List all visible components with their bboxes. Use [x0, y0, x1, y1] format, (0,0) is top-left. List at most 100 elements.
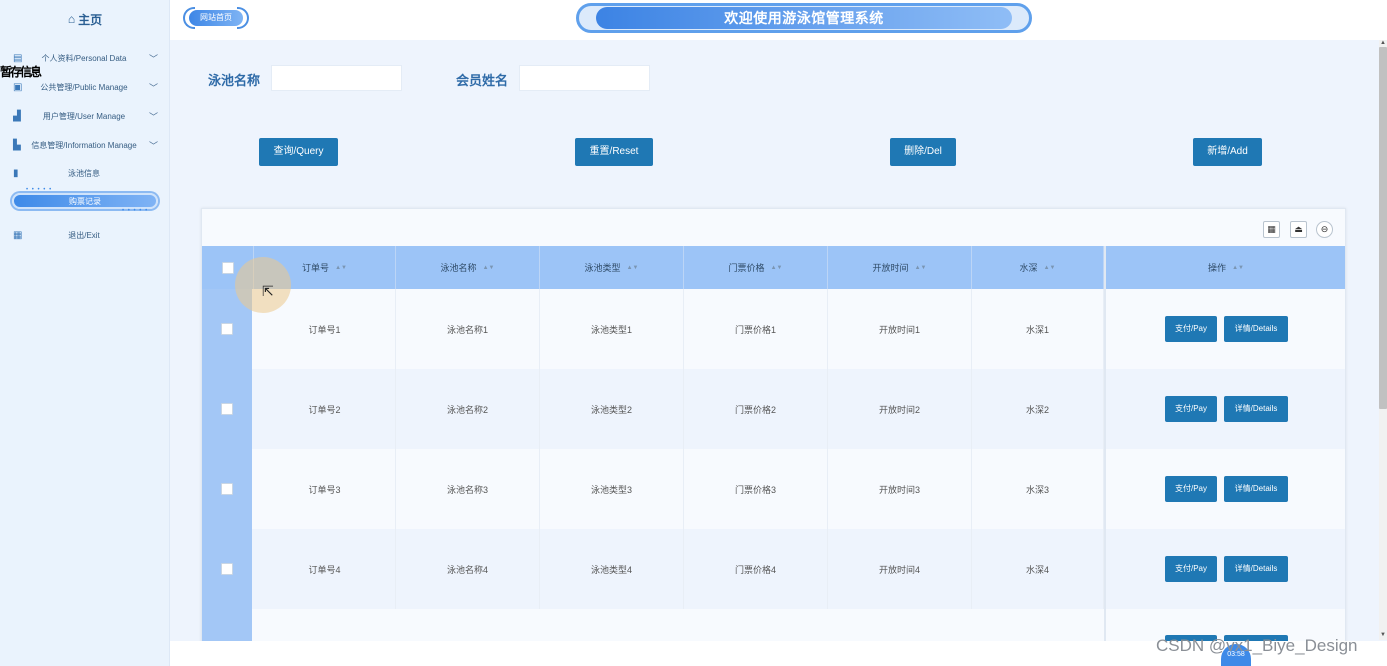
cell-pool-name: 泳池名称2: [396, 369, 540, 449]
sidebar-item-exit[interactable]: ▦ 退出/Exit: [0, 223, 170, 247]
cell-ticket-price: 门票价格2: [684, 369, 828, 449]
cell-pool-name: 泳池名称1: [396, 289, 540, 369]
cell-actions: 支付/Pay 详情/Details: [1104, 529, 1345, 609]
sidebar-item-pool-info[interactable]: ▮ 泳池信息: [0, 161, 170, 185]
sidebar-home[interactable]: ⌂ 主页: [0, 0, 170, 38]
bracket-right: [237, 7, 249, 29]
cell-open-time: 开放时间3: [828, 449, 972, 529]
document-icon: ▤: [13, 52, 23, 64]
sort-icon: ▲▼: [626, 264, 639, 271]
th-label: 开放时间: [872, 263, 909, 273]
home-icon: ⌂: [67, 12, 76, 26]
sidebar-item-label: 用户管理/User Manage: [42, 111, 126, 121]
print-icon[interactable]: ⊖: [1316, 221, 1333, 238]
member-name-input[interactable]: [519, 65, 650, 91]
cell-order-no: 订单号2: [254, 369, 396, 449]
overlap-text: 暂存信息: [0, 65, 42, 79]
details-button[interactable]: 详情/Details: [1224, 396, 1288, 422]
cell-actions: 支付/Pay 详情/Details: [1104, 369, 1345, 449]
th-open-time[interactable]: 开放时间 ▲▼: [828, 246, 972, 289]
records-table-panel: ▦ ⏏ ⊖ 订单号 ▲▼ 泳池名称 ▲▼ 泳池类型 ▲▼ 门票价格 ▲▼ 开放时间 ▲▼ …: [201, 208, 1346, 648]
sort-icon: ▲▼: [1043, 264, 1056, 271]
sidebar-item-label: 个人资料/Personal Data: [41, 53, 127, 63]
th-label: 泳池类型: [584, 263, 621, 273]
th-pool-type[interactable]: 泳池类型 ▲▼: [540, 246, 684, 289]
users-icon: ▟: [13, 110, 21, 122]
delete-button[interactable]: 删除/Del: [890, 138, 956, 166]
chevron-down-icon: ﹀: [149, 82, 159, 93]
add-button[interactable]: 新增/Add: [1193, 138, 1262, 166]
sidebar-item-ticket-records[interactable]: • • • • • 购票记录 • • • • •: [4, 187, 166, 215]
cell-order-no: 订单号4: [254, 529, 396, 609]
cell-actions: 支付/Pay 详情/Details: [1104, 449, 1345, 529]
th-ticket-price[interactable]: 门票价格 ▲▼: [684, 246, 828, 289]
pay-button[interactable]: 支付/Pay: [1165, 476, 1217, 502]
cell-ticket-price: 门票价格3: [684, 449, 828, 529]
sort-icon: ▲▼: [914, 264, 927, 271]
cell-ticket-price: 门票价格1: [684, 289, 828, 369]
cell-water-depth: 水深3: [972, 449, 1104, 529]
row-checkbox[interactable]: [221, 563, 233, 575]
th-label: 泳池名称: [440, 263, 477, 273]
calendar-icon: ▦: [13, 229, 23, 241]
sidebar-item-information-manage[interactable]: ▙ 信息管理/Information Manage ﹀: [0, 133, 170, 157]
select-all-checkbox[interactable]: [221, 261, 234, 274]
columns-icon[interactable]: ▦: [1263, 221, 1280, 238]
scroll-up-icon[interactable]: ▲: [1379, 40, 1387, 46]
details-button[interactable]: 详情/Details: [1224, 316, 1288, 342]
pool-name-label: 泳池名称: [208, 73, 261, 88]
table-row: 订单号4 泳池名称4 泳池类型4 门票价格4 开放时间4 水深4 支付/Pay …: [202, 529, 1345, 609]
watermark: CSDN @vx1_Biye_Design: [1156, 636, 1358, 655]
sidebar-home-label: 主页: [78, 12, 103, 27]
th-pool-name[interactable]: 泳池名称 ▲▼: [396, 246, 540, 289]
sort-icon: ▲▼: [335, 264, 347, 271]
table-row: 订单号1 泳池名称1 泳池类型1 门票价格1 开放时间1 水深1 支付/Pay …: [202, 289, 1345, 369]
cell-open-time: 开放时间2: [828, 369, 972, 449]
pay-button[interactable]: 支付/Pay: [1165, 556, 1217, 582]
query-button[interactable]: 查询/Query: [259, 138, 338, 166]
cell-water-depth: 水深4: [972, 529, 1104, 609]
scrollbar-thumb[interactable]: [1379, 47, 1387, 409]
export-icon[interactable]: ⏏: [1290, 221, 1307, 238]
chart-icon: ▙: [13, 139, 21, 151]
site-home-label: 网站首页: [189, 10, 243, 26]
cell-water-depth: 水深1: [972, 289, 1104, 369]
table-header: 订单号 ▲▼ 泳池名称 ▲▼ 泳池类型 ▲▼ 门票价格 ▲▼ 开放时间 ▲▼ 水深 ▲▼ 操…: [202, 246, 1345, 289]
sidebar-item-user-manage[interactable]: ▟ 用户管理/User Manage ﹀: [0, 104, 170, 128]
sidebar-item-label: 退出/Exit: [68, 230, 100, 240]
member-name-label: 会员姓名: [456, 73, 509, 88]
cell-pool-type: 泳池类型1: [540, 289, 684, 369]
row-checkbox[interactable]: [221, 403, 233, 415]
th-label: 门票价格: [728, 263, 765, 273]
pool-name-input[interactable]: [271, 65, 402, 91]
table-row: 订单号3 泳池名称3 泳池类型3 门票价格3 开放时间3 水深3 支付/Pay …: [202, 449, 1345, 529]
sidebar-item-label: 泳池信息: [68, 168, 100, 178]
details-button[interactable]: 详情/Details: [1224, 556, 1288, 582]
decor-dashes: ▬▬▬▬▬: [914, 28, 954, 34]
details-button[interactable]: 详情/Details: [1224, 476, 1288, 502]
cell-open-time: 开放时间1: [828, 289, 972, 369]
cell-pool-type: 泳池类型4: [540, 529, 684, 609]
row-checkbox[interactable]: [221, 323, 233, 335]
cell-pool-name: 泳池名称4: [396, 529, 540, 609]
th-actions[interactable]: 操作 ▲▼: [1104, 246, 1345, 289]
title-banner: ▬▬▬▬▬▬ 欢迎使用游泳馆管理系统 ▬▬▬▬▬: [576, 1, 1032, 35]
site-home-button[interactable]: 网站首页: [183, 7, 249, 29]
bookmark-icon: ▮: [13, 167, 19, 179]
cell-pool-type: 泳池类型2: [540, 369, 684, 449]
mouse-cursor-icon: ⇱: [262, 283, 274, 299]
scroll-down-icon[interactable]: ▼: [1379, 632, 1387, 638]
th-water-depth[interactable]: 水深 ▲▼: [972, 246, 1104, 289]
sidebar-item-label: 购票记录: [69, 197, 101, 206]
th-label: 操作: [1208, 263, 1227, 273]
sidebar-item-label: 信息管理/Information Manage: [31, 140, 137, 150]
decor-dots: • • • • •: [122, 208, 149, 214]
clipboard-icon: ▣: [13, 81, 23, 93]
pay-button[interactable]: 支付/Pay: [1165, 316, 1217, 342]
th-label: 订单号: [302, 263, 330, 273]
sort-icon: ▲▼: [482, 264, 495, 271]
row-checkbox[interactable]: [221, 483, 233, 495]
cell-open-time: 开放时间4: [828, 529, 972, 609]
pay-button[interactable]: 支付/Pay: [1165, 396, 1217, 422]
reset-button[interactable]: 重置/Reset: [575, 138, 653, 166]
